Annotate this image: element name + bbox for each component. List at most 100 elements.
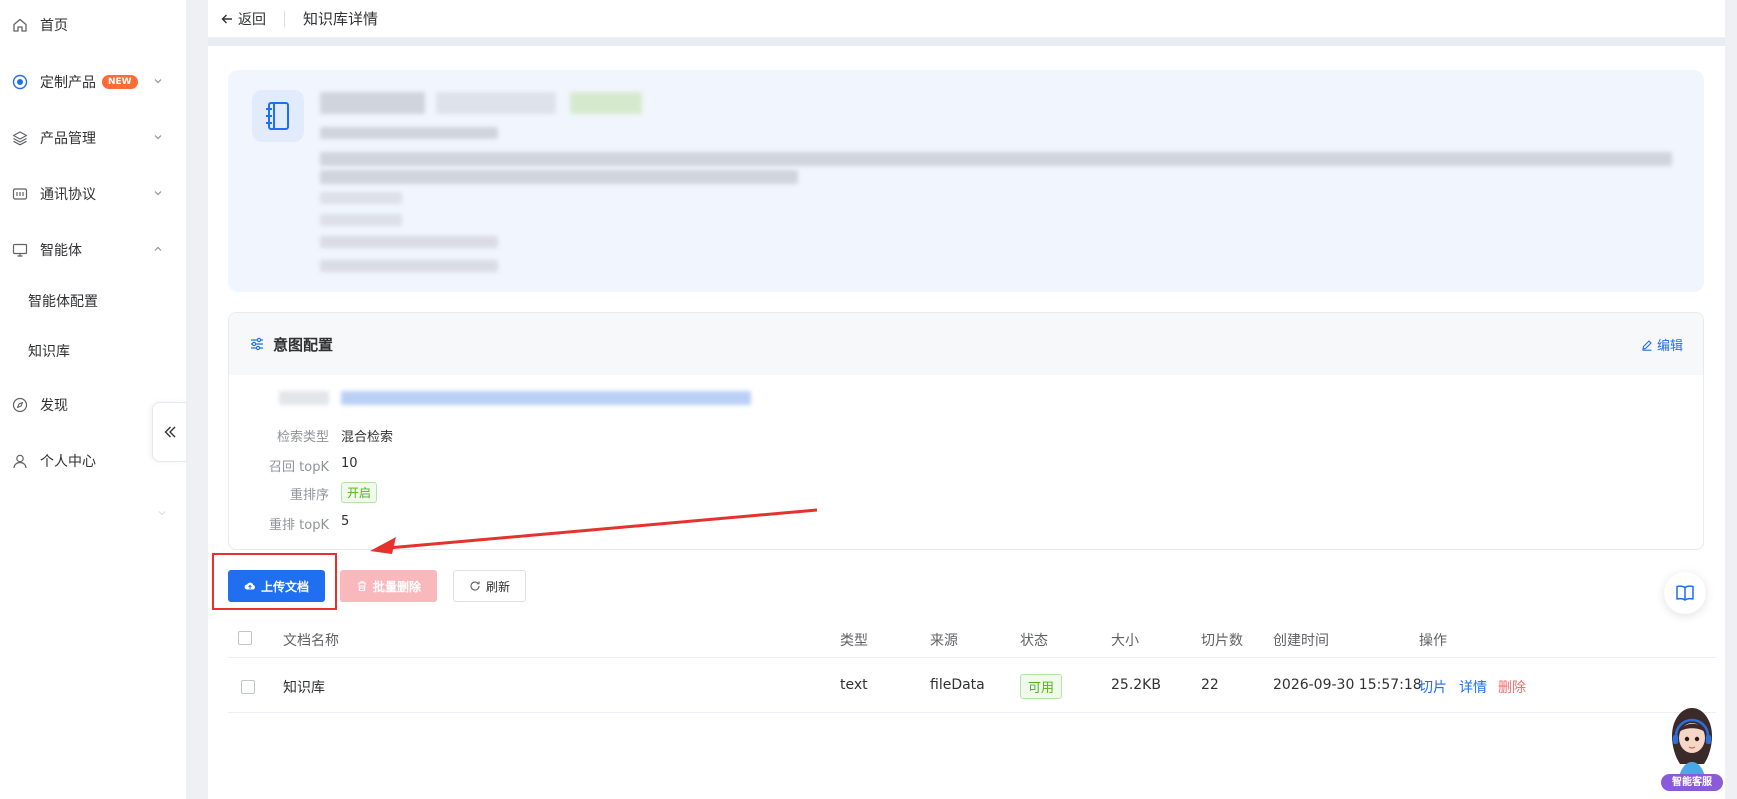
annotation-highlight-box — [212, 553, 337, 610]
chevron-up-icon — [152, 243, 164, 255]
sidebar-item-home[interactable]: 首页 — [0, 5, 186, 45]
sidebar-item-agent[interactable]: 智能体 — [0, 230, 186, 270]
column-header: 创建时间 — [1273, 633, 1329, 649]
floating-book-button[interactable] — [1664, 572, 1706, 614]
status-badge: 可用 — [1020, 674, 1063, 699]
back-button[interactable]: 返回 — [220, 9, 266, 29]
table-row: 知识库 text fileData 可用 25.2KB 22 2026-09-3… — [228, 660, 1716, 713]
double-chevron-left-icon — [162, 424, 178, 440]
sidebar-item-label: 首页 — [40, 18, 68, 34]
smart-assistant-button[interactable]: 智能客服 — [1658, 702, 1726, 799]
knowledge-base-info-card — [228, 70, 1704, 292]
back-label: 返回 — [238, 11, 266, 28]
chevron-down-icon — [152, 75, 164, 87]
redacted-title — [320, 92, 425, 114]
redacted-meta — [320, 127, 498, 139]
column-header: 大小 — [1111, 633, 1139, 649]
document-name: 知识库 — [283, 680, 325, 696]
sidebar-item-label: 定制产品 — [40, 75, 96, 91]
sidebar-item-label: 通讯协议 — [40, 187, 96, 203]
page-title: 知识库详情 — [303, 10, 379, 28]
delete-link[interactable]: 删除 — [1498, 677, 1526, 697]
redacted-field — [320, 236, 498, 248]
created-time: 2026-09-30 15:57:18 — [1273, 677, 1422, 693]
trash-icon — [356, 580, 368, 592]
sidebar-item-label: 个人中心 — [40, 454, 96, 470]
redacted-description-line — [320, 152, 1672, 166]
sidebar: 首页 定制产品 NEW 产品管理 通讯协议 智能体 智能体配置 知识库 发现 个… — [0, 0, 186, 799]
redacted-field — [320, 260, 498, 272]
header-bar: 返回 知识库详情 — [208, 0, 1725, 38]
select-all-checkbox[interactable] — [238, 631, 252, 645]
edit-label: 编辑 — [1656, 339, 1683, 354]
redacted-field — [320, 192, 402, 204]
main-content: 返回 知识库详情 意图配置 编辑 检索类型 混合检索 召回 topK 10 重排… — [208, 0, 1725, 799]
home-icon — [12, 17, 28, 33]
field-label: 检索类型 — [276, 430, 329, 445]
sidebar-item-label: 产品管理 — [40, 131, 96, 147]
batch-delete-label: 批量删除 — [372, 579, 421, 594]
sidebar-subitem-agent-config[interactable]: 智能体配置 — [0, 283, 186, 319]
column-header: 操作 — [1419, 633, 1447, 649]
document-size: 25.2KB — [1111, 677, 1161, 693]
compass-icon — [12, 397, 28, 413]
chevron-down-icon — [152, 131, 164, 143]
intent-config-header: 意图配置 编辑 — [229, 313, 1703, 375]
document-source: fileData — [930, 677, 985, 693]
sidebar-subitem-knowledge-base[interactable]: 知识库 — [0, 333, 186, 369]
row-checkbox[interactable] — [241, 680, 255, 694]
redacted-field — [320, 214, 402, 226]
header-shadow-band — [208, 38, 1725, 46]
sidebar-item-custom-product[interactable]: 定制产品 NEW — [0, 62, 186, 102]
chevron-down-icon — [156, 507, 168, 519]
redacted-subtitle — [436, 92, 556, 114]
redacted-description-line — [320, 170, 798, 184]
field-label: 重排序 — [289, 488, 329, 503]
refresh-button[interactable]: 刷新 — [453, 570, 526, 602]
table-header: 文档名称 类型 来源 状态 大小 切片数 创建时间 操作 — [228, 618, 1716, 658]
column-header: 类型 — [840, 633, 868, 649]
column-header: 来源 — [930, 633, 958, 649]
field-value: 10 — [341, 456, 358, 471]
sidebar-item-label: 发现 — [40, 398, 68, 414]
field-value: 混合检索 — [341, 430, 394, 445]
new-badge: NEW — [102, 75, 138, 89]
protocol-icon — [12, 186, 28, 202]
sidebar-item-product-management[interactable]: 产品管理 — [0, 118, 186, 158]
header-divider — [284, 10, 285, 27]
assistant-avatar-icon — [1672, 708, 1712, 782]
sidebar-collapse-button[interactable] — [152, 402, 186, 462]
redacted-label — [279, 391, 329, 405]
annotation-arrow — [370, 508, 818, 554]
column-header: 切片数 — [1201, 633, 1243, 649]
document-type: text — [840, 677, 868, 693]
refresh-icon — [469, 580, 481, 592]
user-icon — [12, 453, 28, 469]
refresh-label: 刷新 — [485, 579, 510, 594]
open-book-icon — [1675, 584, 1695, 602]
notebook-icon — [252, 90, 304, 142]
layers-icon — [12, 130, 28, 146]
column-header: 状态 — [1020, 633, 1048, 649]
intent-config-title: 意图配置 — [273, 335, 334, 354]
batch-delete-button[interactable]: 批量删除 — [340, 570, 437, 602]
sidebar-item-label: 智能体 — [40, 243, 82, 259]
arrow-left-icon — [220, 12, 234, 26]
custom-product-icon — [12, 74, 28, 90]
edit-button[interactable]: 编辑 — [1641, 335, 1683, 354]
edit-icon — [1641, 339, 1653, 351]
detail-link[interactable]: 详情 — [1459, 677, 1487, 697]
assistant-label: 智能客服 — [1661, 774, 1723, 791]
column-header: 文档名称 — [283, 633, 339, 649]
sidebar-item-protocol[interactable]: 通讯协议 — [0, 174, 186, 214]
chunk-count: 22 — [1201, 677, 1219, 693]
chevron-down-icon — [152, 187, 164, 199]
field-label: 重排 topK — [269, 518, 329, 533]
redacted-value — [341, 391, 751, 405]
chunk-link[interactable]: 切片 — [1419, 677, 1447, 697]
redacted-tag — [570, 92, 642, 114]
monitor-icon — [12, 242, 28, 258]
field-label: 召回 topK — [269, 460, 329, 475]
sliders-icon — [249, 336, 265, 352]
field-value: 5 — [341, 514, 350, 529]
